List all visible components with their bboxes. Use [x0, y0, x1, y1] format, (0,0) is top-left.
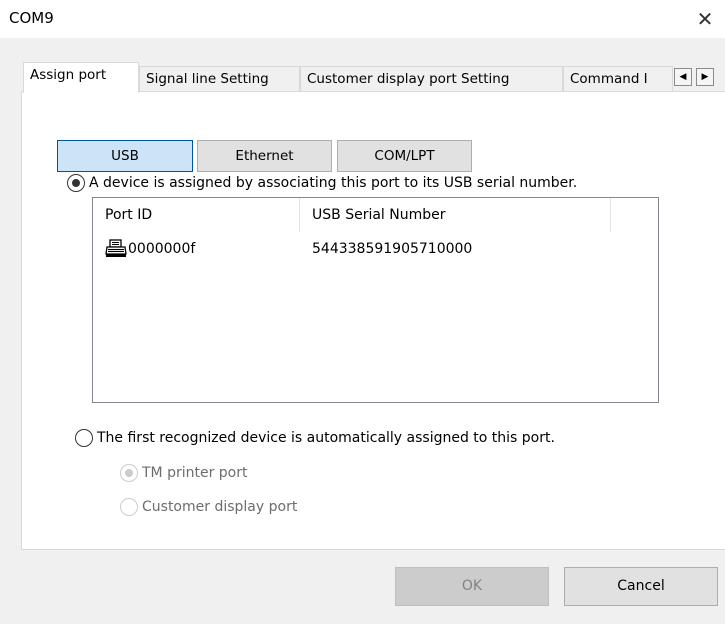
com-lpt-button[interactable]: COM/LPT [337, 140, 472, 172]
close-button[interactable]: ✕ [685, 0, 725, 38]
window-title: COM9 [9, 9, 54, 27]
first-recognized-radio[interactable] [75, 429, 93, 447]
column-header-port-id[interactable]: Port ID [93, 198, 299, 232]
usb-button[interactable]: USB [57, 140, 193, 172]
close-icon: ✕ [696, 7, 714, 31]
assign-by-serial-radio[interactable] [67, 174, 85, 192]
printer-icon [105, 239, 127, 257]
ok-button[interactable]: OK [395, 567, 549, 606]
ethernet-button[interactable]: Ethernet [197, 140, 332, 172]
tm-printer-port-label: TM printer port [142, 465, 248, 481]
tab-signal-line-setting[interactable]: Signal line Setting [139, 66, 300, 92]
tm-printer-port-option[interactable]: TM printer port [120, 464, 248, 482]
serial-number-cell: 544338591905710000 [312, 241, 473, 257]
tab-customer-display-port-setting[interactable]: Customer display port Setting [300, 66, 563, 92]
title-bar: COM9 ✕ [0, 0, 725, 38]
column-header-usb-serial-number[interactable]: USB Serial Number [300, 198, 610, 232]
cancel-button[interactable]: Cancel [564, 567, 718, 606]
first-recognized-option[interactable]: The first recognized device is automatic… [75, 429, 555, 447]
customer-display-port-label: Customer display port [142, 499, 298, 515]
first-recognized-label: The first recognized device is automatic… [97, 430, 555, 446]
tab-assign-port[interactable]: Assign port [23, 62, 139, 93]
tab-scroll-right-icon[interactable]: ▶ [696, 68, 714, 86]
customer-display-port-radio[interactable] [120, 498, 138, 516]
port-id-cell: 0000000f [128, 241, 196, 257]
device-list[interactable]: Port ID USB Serial Number 0000000f 54433… [92, 197, 659, 403]
tm-printer-port-radio[interactable] [120, 464, 138, 482]
tab-scroll-left-icon[interactable]: ◀ [674, 68, 692, 86]
column-separator [610, 198, 611, 232]
assign-by-serial-label: A device is assigned by associating this… [89, 175, 578, 191]
assign-by-serial-option[interactable]: A device is assigned by associating this… [67, 174, 577, 192]
tab-command[interactable]: Command I [563, 66, 673, 92]
tab-strip: Assign port Signal line Setting Customer… [0, 60, 725, 93]
customer-display-port-option[interactable]: Customer display port [120, 498, 297, 516]
table-row[interactable]: 0000000f 544338591905710000 [93, 237, 658, 261]
